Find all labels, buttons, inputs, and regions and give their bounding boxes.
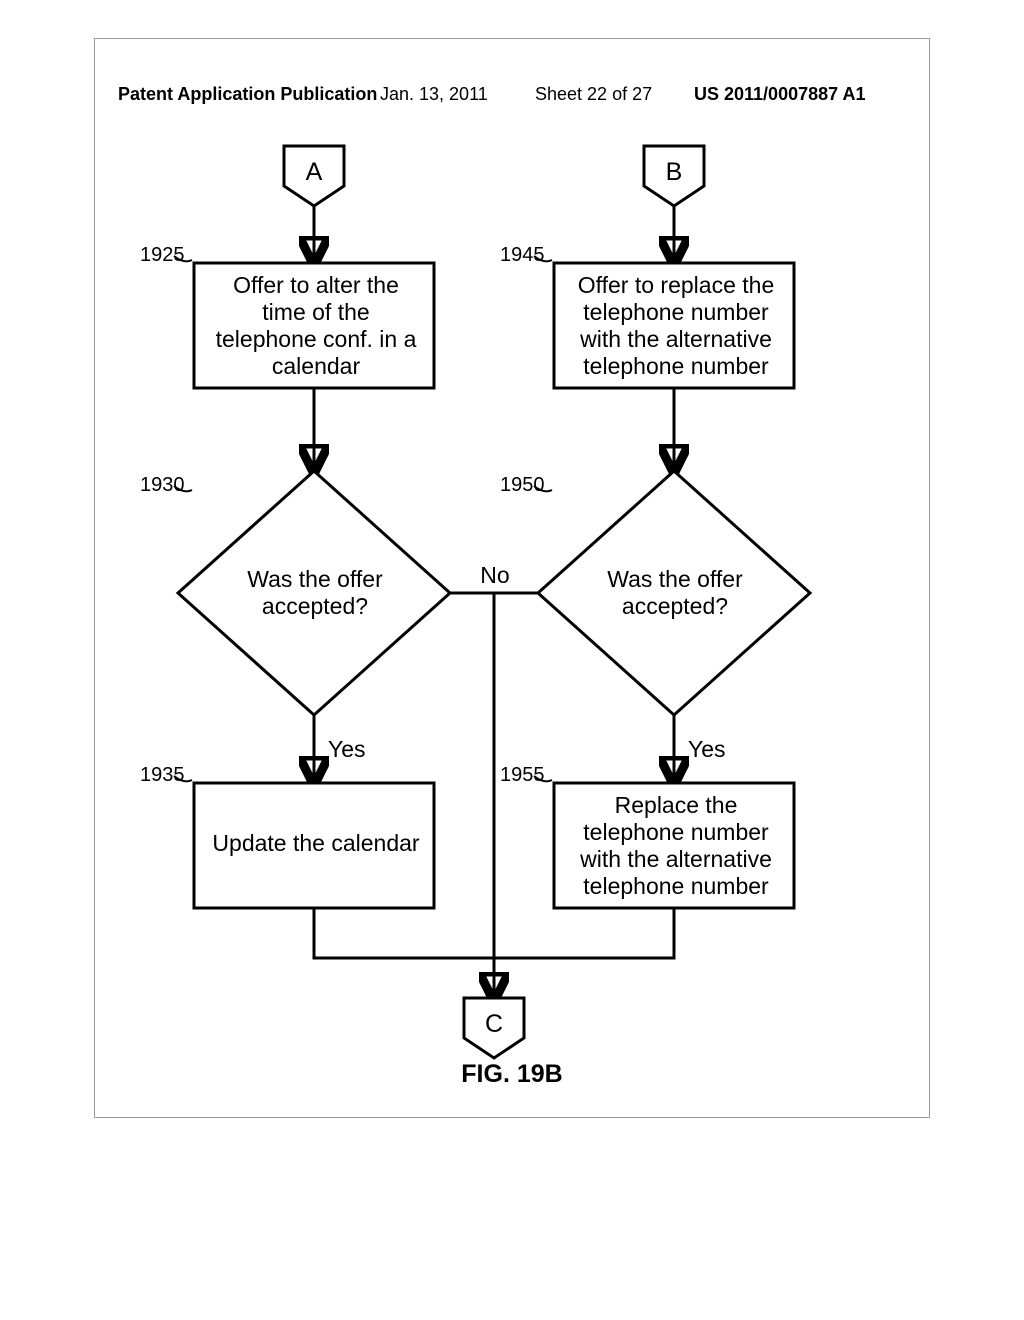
page: Patent Application Publication Jan. 13, … bbox=[0, 0, 1024, 1320]
edge-no: No bbox=[468, 562, 522, 589]
ref-1950: 1950 bbox=[500, 474, 545, 497]
edge-yes-right: Yes bbox=[688, 736, 748, 763]
connector-b: B bbox=[660, 158, 688, 188]
edge-yes-left: Yes bbox=[328, 736, 388, 763]
connector-c: C bbox=[480, 1010, 508, 1040]
ref-1945: 1945 bbox=[500, 244, 545, 267]
box-1955-text: Replace the telephone number with the al… bbox=[558, 792, 794, 901]
decision-1950-text: Was the offer accepted? bbox=[570, 566, 780, 620]
box-1945-text: Offer to replace the telephone number wi… bbox=[558, 272, 794, 381]
ref-1930: 1930 bbox=[140, 474, 185, 497]
connector-a: A bbox=[300, 158, 328, 188]
ref-1925: 1925 bbox=[140, 244, 185, 267]
ref-1935: 1935 bbox=[140, 764, 185, 787]
box-1925-text: Offer to alter the time of the telephone… bbox=[198, 272, 434, 381]
decision-1930-text: Was the offer accepted? bbox=[210, 566, 420, 620]
figure-caption: FIG. 19B bbox=[0, 1060, 1024, 1089]
ref-1955: 1955 bbox=[500, 764, 545, 787]
box-1935-text: Update the calendar bbox=[198, 830, 434, 857]
